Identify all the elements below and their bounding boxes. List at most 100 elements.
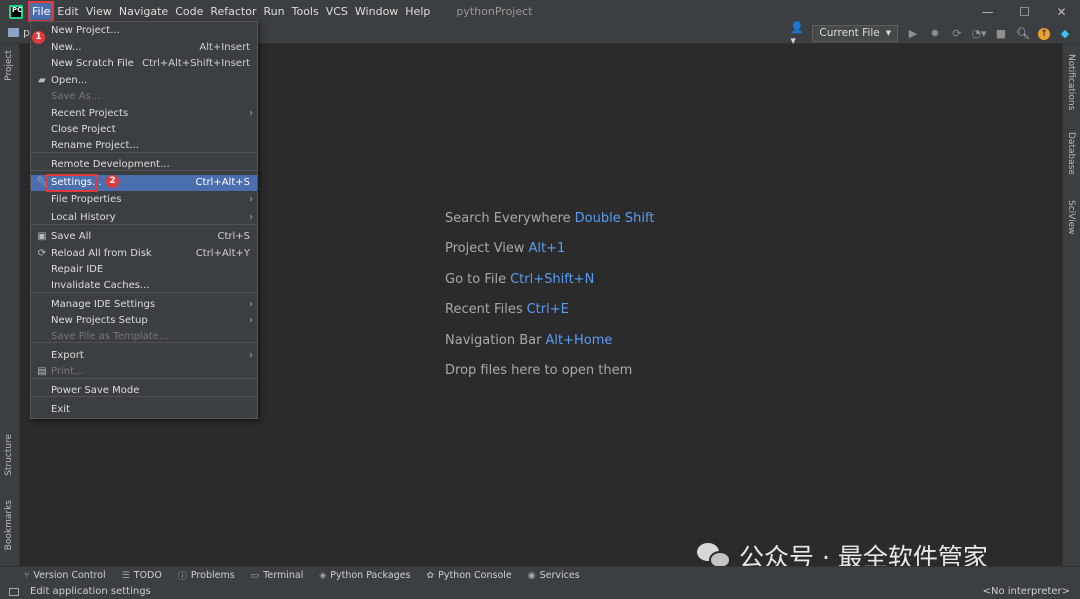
tab-project[interactable]: Project: [4, 50, 14, 81]
menu-help[interactable]: Help: [402, 2, 433, 21]
profile-icon[interactable]: ◔▾: [971, 27, 986, 41]
menu-item-label: Recent Projects: [51, 108, 129, 119]
menu-bar: File Edit View Navigate Code Refactor Run Tools…: [27, 1, 434, 22]
menu-run[interactable]: Run: [261, 2, 288, 21]
close-button[interactable]: ✕: [1043, 0, 1080, 23]
hint-text: Drop files here to open them: [445, 363, 633, 378]
tab-version-control[interactable]: ⑂ Version Control: [24, 570, 106, 581]
run-icon[interactable]: ▶: [906, 27, 920, 41]
stop-icon[interactable]: ■: [994, 27, 1008, 41]
tab-todo[interactable]: ☰ TODO: [122, 570, 162, 581]
tab-label: Python Packages: [330, 570, 411, 581]
info-icon: ⓘ: [177, 572, 187, 582]
menu-item-local-history[interactable]: Local History ›: [31, 210, 257, 226]
tab-sciview[interactable]: SciView: [1066, 200, 1076, 235]
tab-notifications[interactable]: Notifications: [1066, 54, 1076, 110]
menu-navigate[interactable]: Navigate: [116, 2, 171, 21]
minimize-button[interactable]: —: [969, 0, 1006, 23]
menu-item-label: Save All: [51, 231, 92, 242]
chevron-right-icon: ›: [249, 194, 253, 205]
menu-item-power-save-mode[interactable]: Power Save Mode: [31, 383, 257, 399]
menu-item-label: Reload All from Disk: [51, 248, 152, 259]
branch-icon: ⑂: [24, 570, 30, 581]
python-icon: ✿: [426, 570, 435, 581]
jetbrains-icon[interactable]: ◆: [1058, 27, 1072, 41]
services-icon: ◉: [527, 570, 536, 581]
menu-item-save-file-as-template: Save File as Template...: [31, 329, 257, 345]
menu-item-file-properties[interactable]: File Properties ›: [31, 192, 257, 208]
menu-item-close-project[interactable]: Close Project: [31, 122, 257, 138]
menu-item-invalidate-caches[interactable]: Invalidate Caches...: [31, 278, 257, 294]
menu-item-manage-ide-settings[interactable]: Manage IDE Settings ›: [31, 297, 257, 313]
menu-item-label: Exit: [51, 404, 70, 415]
annotation-badge-1: 1: [32, 31, 45, 44]
menu-file[interactable]: File: [27, 1, 55, 22]
menu-vcs[interactable]: VCS: [323, 2, 351, 21]
tab-bookmarks[interactable]: Bookmarks: [4, 500, 14, 550]
chevron-right-icon: ›: [249, 108, 253, 119]
search-icon[interactable]: 🔍︎: [1016, 27, 1030, 41]
tab-structure[interactable]: Structure: [4, 434, 14, 476]
debug-icon[interactable]: ✹: [928, 27, 942, 41]
status-bar: Edit application settings <No interprete…: [0, 584, 1080, 599]
menu-item-shortcut: Alt+Insert: [199, 42, 250, 53]
menu-item-rename-project[interactable]: Rename Project...: [31, 138, 257, 154]
tab-problems[interactable]: ⓘ Problems: [178, 569, 235, 582]
tab-label: Terminal: [263, 570, 304, 581]
layout-icon[interactable]: [9, 587, 19, 596]
tab-database[interactable]: Database: [1066, 132, 1076, 175]
maximize-button[interactable]: ☐: [1006, 0, 1043, 23]
menu-item-new-scratch-file[interactable]: New Scratch File Ctrl+Alt+Shift+Insert: [31, 56, 257, 72]
menu-item-shortcut: Ctrl+Alt+Y: [195, 248, 250, 259]
menu-edit[interactable]: Edit: [54, 2, 81, 21]
menu-item-open[interactable]: ▰ Open...: [31, 73, 257, 89]
menu-item-save-all[interactable]: ▣ Save All Ctrl+S: [31, 229, 257, 245]
run-config-label: Current File: [819, 27, 880, 39]
menu-item-reload-all-from-disk[interactable]: ⟳ Reload All from Disk Ctrl+Alt+Y: [31, 246, 257, 262]
menu-item-remote-development[interactable]: Remote Development...: [31, 157, 257, 173]
menu-view[interactable]: View: [83, 2, 115, 21]
run-config-select[interactable]: Current File ▾: [812, 25, 898, 42]
update-icon[interactable]: ↑: [1038, 27, 1050, 40]
menu-item-export[interactable]: Export ›: [31, 348, 257, 364]
hint-shortcut: Alt+Home: [545, 333, 613, 348]
menu-code[interactable]: Code: [172, 2, 206, 21]
list-icon: ☰: [121, 570, 130, 581]
hint-line: Navigation Bar Alt+Home: [445, 333, 612, 348]
menu-refactor[interactable]: Refactor: [207, 2, 259, 21]
bottom-tool-bar: ⑂ Version Control ☰ TODO ⓘ Problems ▭ Terminal ◈…: [0, 566, 1080, 584]
menu-window[interactable]: Window: [352, 2, 401, 21]
menu-tools[interactable]: Tools: [289, 2, 322, 21]
menu-item-repair-ide[interactable]: Repair IDE: [31, 262, 257, 278]
coverage-icon[interactable]: ⟳: [950, 27, 964, 41]
user-icon[interactable]: 👤▾: [790, 21, 804, 47]
menu-item-label: New Projects Setup: [51, 315, 148, 326]
left-tool-strip: Project Structure Bookmarks: [0, 44, 20, 566]
hint-text: Navigation Bar: [445, 333, 542, 348]
print-icon: ▤: [37, 366, 47, 377]
menu-item-print: ▤ Print...: [31, 364, 257, 380]
menu-item-shortcut: Ctrl+Alt+S: [195, 177, 250, 188]
menu-item-new-project[interactable]: New Project...: [31, 23, 257, 39]
menu-item-new[interactable]: New... Alt+Insert: [31, 40, 257, 56]
menu-item-label: Close Project: [51, 124, 116, 135]
tab-label: Services: [539, 570, 580, 581]
hint-shortcut: Ctrl+Shift+N: [510, 272, 595, 287]
interpreter-selector[interactable]: <No interpreter>: [983, 584, 1070, 599]
reload-icon: ⟳: [37, 248, 47, 259]
menu-item-new-projects-setup[interactable]: New Projects Setup ›: [31, 313, 257, 329]
menu-item-exit[interactable]: Exit: [31, 402, 257, 418]
tab-python-console[interactable]: ✿ Python Console: [427, 570, 512, 581]
hint-line: Recent Files Ctrl+E: [445, 302, 569, 317]
terminal-icon: ▭: [250, 570, 260, 581]
tab-terminal[interactable]: ▭ Terminal: [251, 570, 304, 581]
menu-item-label: New...: [51, 42, 82, 53]
pycharm-logo-icon: PC: [9, 4, 23, 19]
tab-python-packages[interactable]: ◈ Python Packages: [319, 570, 410, 581]
packages-icon: ◈: [319, 570, 327, 581]
menu-item-label: Remote Development...: [51, 159, 170, 170]
hint-line: Drop files here to open them: [445, 363, 632, 378]
tab-services[interactable]: ◉ Services: [528, 570, 580, 581]
tab-label: Python Console: [438, 570, 512, 581]
menu-item-recent-projects[interactable]: Recent Projects ›: [31, 106, 257, 122]
